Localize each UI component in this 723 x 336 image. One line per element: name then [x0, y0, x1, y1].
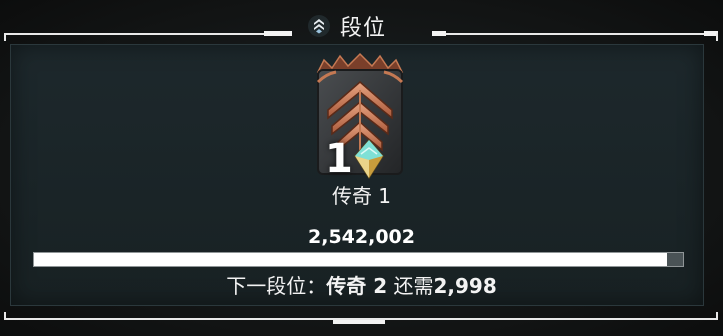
frame-top-right-accent: [432, 31, 446, 36]
frame-top-left-accent: [264, 31, 292, 36]
frame-top-left: [4, 33, 292, 35]
frame-bottom-center-accent: [333, 320, 385, 324]
next-rank-requirement: 下一段位：传奇 2 还需2,998: [0, 270, 723, 299]
rank-progress-bar: [33, 252, 684, 267]
diamond-gem-icon: [354, 139, 384, 180]
frame-top-right: [432, 33, 718, 35]
frame-bottom-left-edge: [4, 312, 6, 320]
next-rank-name: 传奇 2: [326, 274, 388, 298]
next-rank-prefix: 下一段位：: [226, 274, 327, 298]
frame-top-left-edge: [4, 33, 6, 41]
section-title: 段位: [340, 16, 387, 41]
section-header: 段位: [308, 10, 386, 42]
rank-score: 2,542,002: [308, 226, 415, 248]
rank-chevron-icon: [308, 15, 330, 37]
frame-bottom-right-edge: [716, 312, 718, 320]
next-rank-middle: 还需: [387, 274, 434, 298]
next-rank-remaining: 2,998: [433, 274, 497, 298]
frame-top-right-edge: [716, 33, 718, 41]
rank-tier-number: 1: [325, 136, 353, 182]
rank-progress-fill: [34, 253, 668, 266]
rank-name: 传奇 1: [331, 184, 392, 208]
